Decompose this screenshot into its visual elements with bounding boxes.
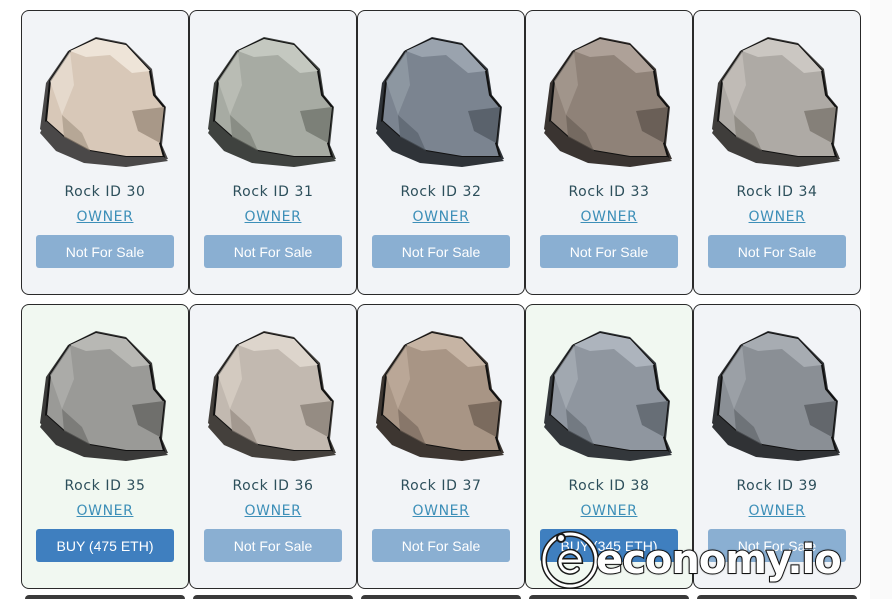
rock-id-label: Rock ID 39 (736, 478, 818, 494)
not-for-sale-button[interactable]: Not For Sale (708, 235, 846, 268)
buy-button[interactable]: BUY (475 ETH) (36, 529, 174, 562)
rock-id-label: Rock ID 37 (400, 478, 482, 494)
rock-image (208, 37, 336, 167)
rock-card: Rock ID 32 OWNER Not For Sale (357, 10, 525, 295)
rock-card: Rock ID 34 OWNER Not For Sale (693, 10, 861, 295)
rock-card: Rock ID 36 OWNER Not For Sale (189, 304, 357, 589)
rock-image (544, 37, 672, 167)
watermark: economy.io (540, 530, 892, 590)
rock-grid: Rock ID 30 OWNER Not For Sale Rock ID 31 OW… (0, 0, 892, 599)
rock-image-wrapper (538, 327, 682, 465)
rock-image-wrapper (370, 327, 514, 465)
rock-id-label: Rock ID 38 (568, 478, 650, 494)
not-for-sale-button[interactable]: Not For Sale (372, 235, 510, 268)
rock-image-wrapper (538, 33, 682, 171)
economy-logo-icon (541, 531, 599, 589)
owner-link[interactable]: OWNER (694, 209, 860, 225)
not-for-sale-button[interactable]: Not For Sale (204, 235, 342, 268)
rock-image (544, 331, 672, 461)
rock-card: Rock ID 30 OWNER Not For Sale (21, 10, 189, 295)
owner-link[interactable]: OWNER (22, 209, 188, 225)
owner-link[interactable]: OWNER (526, 503, 692, 519)
rock-image-wrapper (202, 33, 346, 171)
rock-image-wrapper (202, 327, 346, 465)
rock-image-wrapper (34, 33, 178, 171)
rock-image-wrapper (34, 327, 178, 465)
not-for-sale-button[interactable]: Not For Sale (372, 529, 510, 562)
owner-link[interactable]: OWNER (190, 503, 356, 519)
rock-card: Rock ID 31 OWNER Not For Sale (189, 10, 357, 295)
watermark-text: economy.io (595, 536, 843, 584)
not-for-sale-button[interactable]: Not For Sale (204, 529, 342, 562)
rock-image-wrapper (706, 327, 850, 465)
rock-image (40, 331, 168, 461)
owner-link[interactable]: OWNER (358, 209, 524, 225)
rock-image-wrapper (706, 33, 850, 171)
rock-id-label: Rock ID 33 (568, 184, 650, 200)
rock-image (376, 37, 504, 167)
next-row-card-edge (697, 595, 857, 599)
rock-id-label: Rock ID 31 (232, 184, 314, 200)
rock-id-label: Rock ID 36 (232, 478, 314, 494)
rock-id-label: Rock ID 34 (736, 184, 818, 200)
rock-image (712, 37, 840, 167)
owner-link[interactable]: OWNER (526, 209, 692, 225)
owner-link[interactable]: OWNER (190, 209, 356, 225)
owner-link[interactable]: OWNER (22, 503, 188, 519)
page-right-margin (870, 0, 892, 599)
next-row-card-edge (529, 595, 689, 599)
rock-id-label: Rock ID 30 (64, 184, 146, 200)
not-for-sale-button[interactable]: Not For Sale (540, 235, 678, 268)
rock-image (712, 331, 840, 461)
rock-id-label: Rock ID 32 (400, 184, 482, 200)
rock-image (208, 331, 336, 461)
rock-card: Rock ID 33 OWNER Not For Sale (525, 10, 693, 295)
rock-id-label: Rock ID 35 (64, 478, 146, 494)
rock-card: Rock ID 37 OWNER Not For Sale (357, 304, 525, 589)
rock-card: Rock ID 35 OWNER BUY (475 ETH) (21, 304, 189, 589)
owner-link[interactable]: OWNER (694, 503, 860, 519)
rock-image (376, 331, 504, 461)
owner-link[interactable]: OWNER (358, 503, 524, 519)
not-for-sale-button[interactable]: Not For Sale (36, 235, 174, 268)
rock-image-wrapper (370, 33, 514, 171)
next-row-card-edge (361, 595, 521, 599)
rock-image (40, 37, 168, 167)
next-row-card-edge (25, 595, 185, 599)
next-row-card-edge (193, 595, 353, 599)
